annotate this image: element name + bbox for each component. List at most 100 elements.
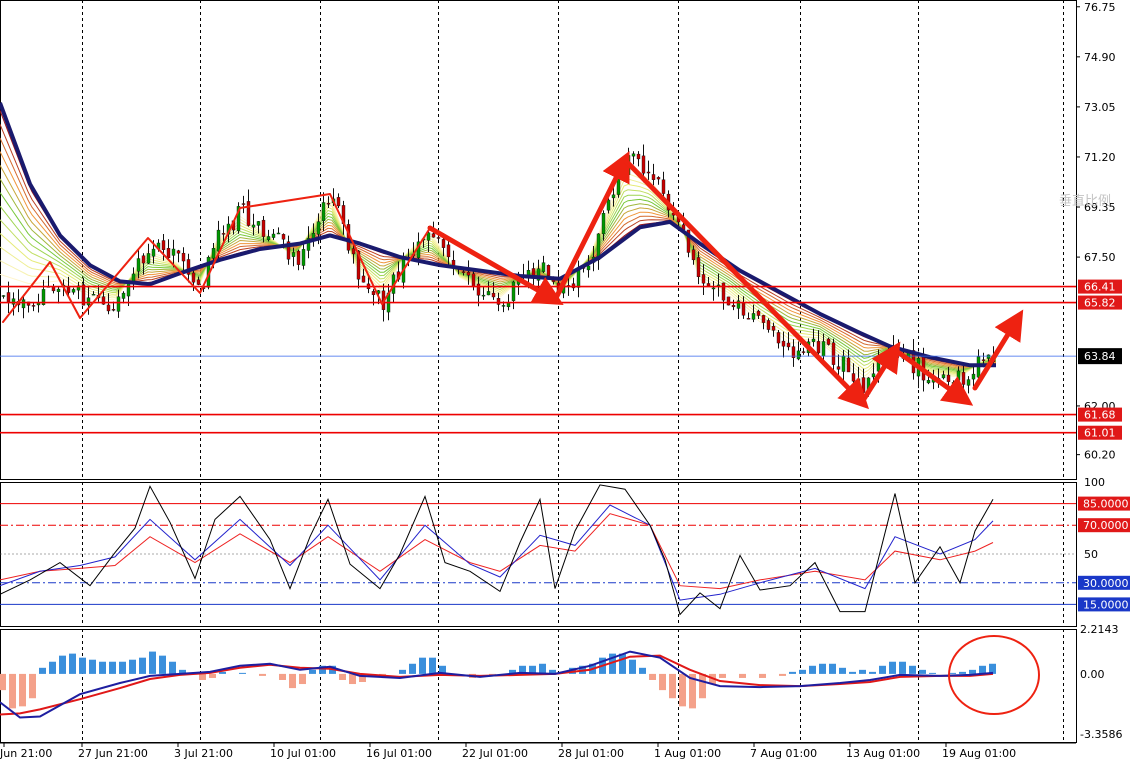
macd-histogram-bar: [399, 669, 406, 674]
candle-body: [861, 377, 866, 393]
candle-body: [721, 282, 726, 301]
time-axis-label: Jun 21:00: [0, 747, 52, 760]
price-level-label: 65.82: [1084, 297, 1116, 310]
candle-body: [491, 292, 496, 298]
candle-body: [36, 302, 41, 306]
candle-body: [961, 372, 966, 385]
candle-body: [786, 342, 791, 348]
macd-tick-label: 2.2143: [1080, 623, 1119, 636]
macd-histogram-bar: [419, 657, 426, 674]
candle-body: [701, 274, 706, 284]
candle-body: [856, 378, 861, 385]
candle-body: [146, 253, 151, 264]
candle-body: [436, 237, 441, 239]
macd-histogram-bar: [829, 663, 836, 674]
macd-histogram-bar: [739, 673, 746, 678]
macd-tick-label: -3.3586: [1080, 728, 1122, 741]
candle-body: [181, 252, 186, 262]
candle-body: [706, 283, 711, 287]
candle-body: [281, 234, 286, 240]
candle-body: [546, 265, 551, 276]
candle-body: [946, 374, 951, 382]
macd-histogram-bar: [669, 673, 676, 699]
candle-body: [1, 295, 6, 297]
scale-watermark: 垂直比例: [1059, 194, 1112, 209]
candle-body: [446, 244, 451, 258]
candle-body: [756, 310, 761, 316]
candle-body: [301, 249, 306, 266]
time-axis-label: 19 Aug 01:00: [942, 747, 1016, 760]
macd-histogram-bar: [349, 673, 356, 685]
macd-histogram-bar: [59, 655, 66, 674]
candle-body: [91, 294, 96, 296]
candle-body: [271, 233, 276, 238]
stoch-level-label: 30.0000: [1083, 577, 1129, 590]
candle-body: [816, 341, 821, 354]
candle-body: [796, 350, 801, 360]
candle-body: [71, 289, 76, 293]
candle-body: [836, 366, 841, 370]
candle-body: [336, 197, 341, 207]
macd-histogram-bar: [259, 673, 266, 676]
time-axis-label: 13 Aug 01:00: [846, 747, 920, 760]
candle-body: [506, 302, 511, 308]
candle-body: [651, 174, 656, 180]
price-level-label: 66.41: [1084, 281, 1116, 294]
macd-histogram-bar: [239, 672, 246, 674]
candle-body: [661, 179, 666, 194]
macd-histogram-bar: [619, 653, 626, 674]
macd-histogram-bar: [849, 671, 856, 674]
macd-histogram-bar: [629, 659, 636, 674]
candle-body: [646, 171, 651, 174]
candle-body: [211, 248, 216, 259]
candle-body: [511, 281, 516, 301]
candle-body: [161, 240, 166, 250]
candle-body: [466, 271, 471, 276]
candle-body: [116, 296, 121, 312]
candle-body: [471, 273, 476, 287]
candle-body: [696, 257, 701, 278]
candle-body: [746, 318, 751, 320]
macd-histogram-bar: [199, 673, 206, 680]
candle-body: [826, 338, 831, 345]
stoch-level-label: 85.0000: [1083, 498, 1129, 511]
macd-histogram-bar: [719, 673, 726, 678]
candle-body: [21, 299, 26, 309]
macd-histogram-bar: [139, 657, 146, 674]
macd-histogram-bar: [99, 661, 106, 674]
macd-histogram-bar: [889, 661, 896, 674]
candle-body: [811, 338, 816, 342]
macd-histogram-bar: [299, 673, 306, 685]
candle-body: [966, 379, 971, 386]
macd-histogram-bar: [699, 673, 706, 699]
chart-background: [0, 0, 1130, 761]
candle-body: [221, 233, 226, 235]
price-tick-label: 73.05: [1084, 101, 1116, 114]
macd-histogram-bar: [839, 667, 846, 674]
price-tick-label: 74.90: [1084, 51, 1116, 64]
candle-body: [191, 272, 196, 283]
candle-body: [761, 315, 766, 323]
candle-body: [876, 359, 881, 372]
macd-histogram-bar: [539, 663, 546, 674]
candle-body: [636, 153, 641, 160]
time-axis-label: 22 Jul 01:00: [462, 747, 528, 760]
candle-body: [611, 194, 616, 199]
time-axis-label: 3 Jul 21:00: [174, 747, 233, 760]
stoch-tick-label: 100: [1084, 476, 1105, 489]
candle-body: [971, 373, 976, 380]
candle-body: [246, 201, 251, 226]
candle-body: [831, 342, 836, 365]
candle-body: [276, 232, 281, 235]
candle-body: [606, 199, 611, 211]
macd-histogram-bar: [819, 663, 826, 674]
price-tick-label: 67.50: [1084, 251, 1116, 264]
time-axis-label: 10 Jul 01:00: [270, 747, 336, 760]
candle-body: [121, 292, 126, 299]
macd-histogram-bar: [909, 665, 916, 674]
macd-histogram-bar: [409, 663, 416, 674]
macd-histogram-bar: [129, 659, 136, 674]
stoch-level-label: 70.0000: [1083, 519, 1129, 532]
candle-body: [621, 171, 626, 174]
price-tick-label: 76.75: [1084, 1, 1116, 14]
